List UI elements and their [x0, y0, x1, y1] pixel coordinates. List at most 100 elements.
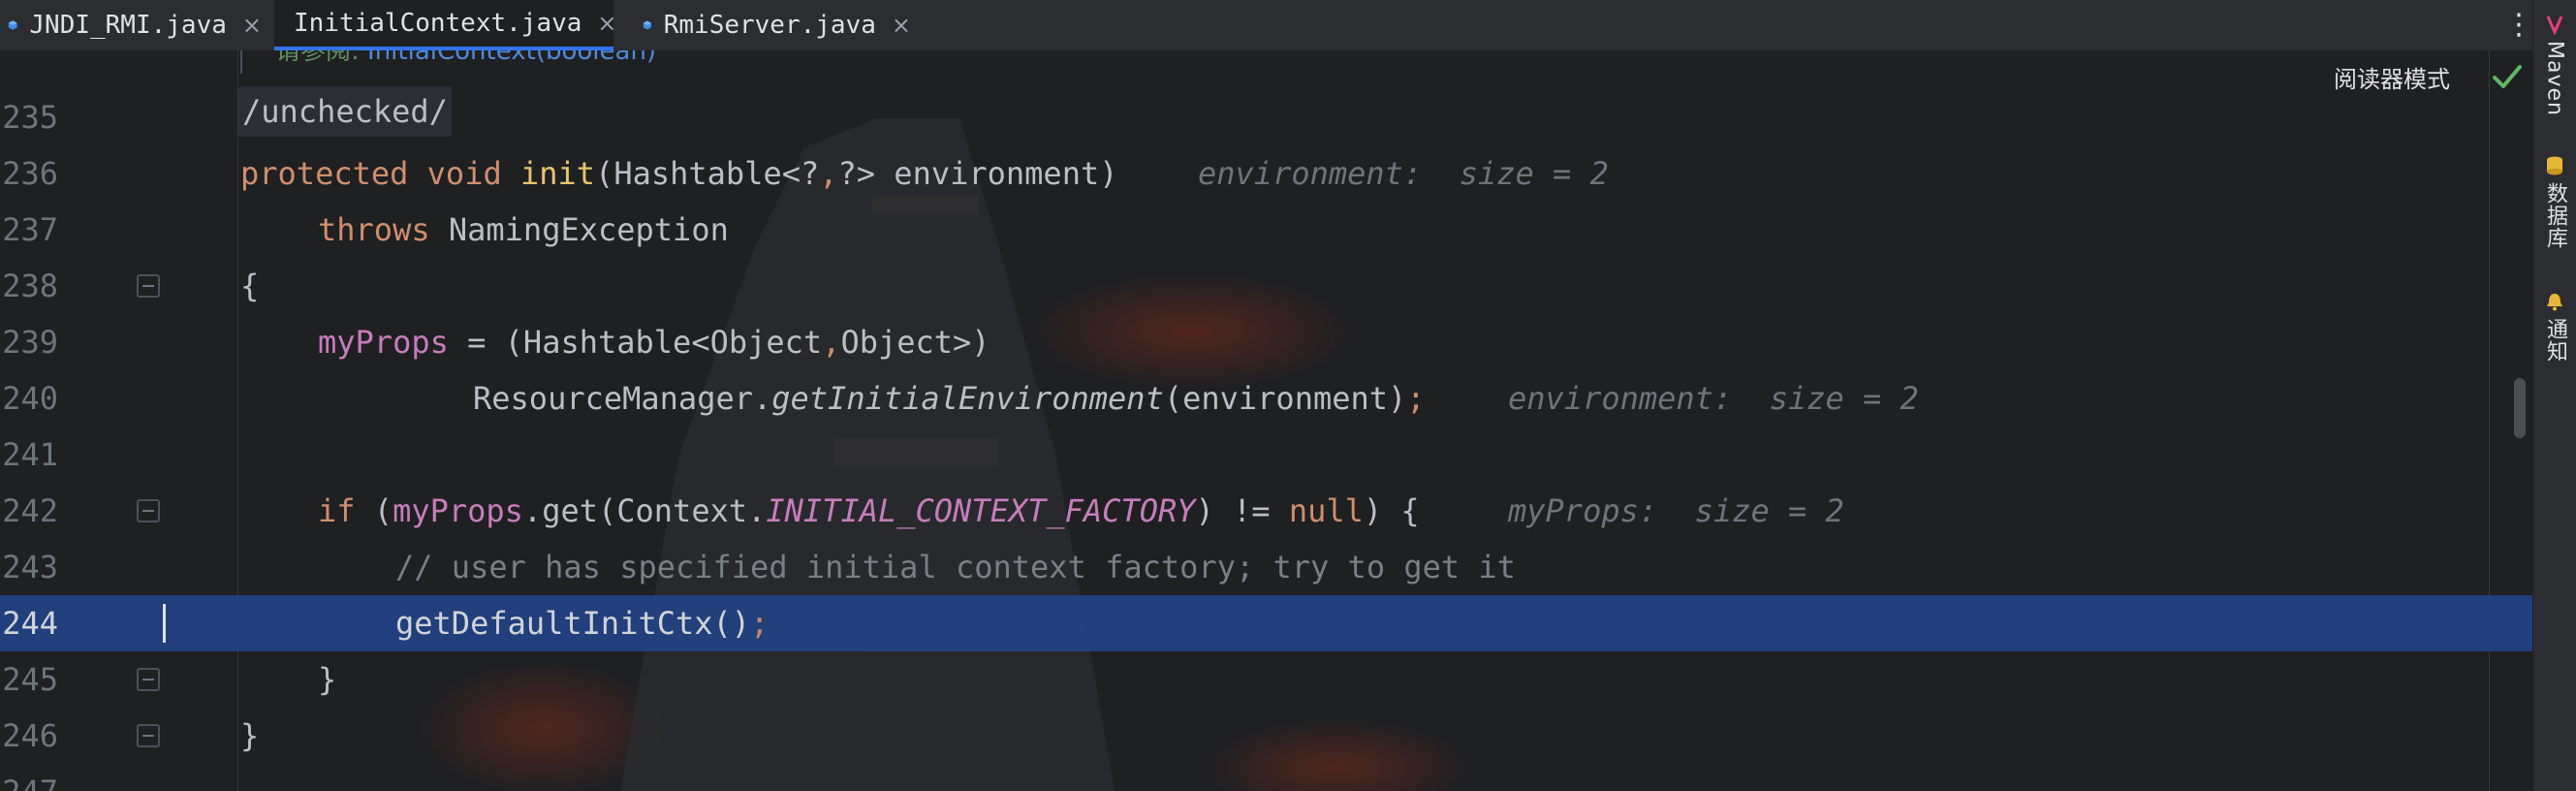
javadoc-fragment: 请参阅: InitialContext(boolean) [240, 50, 1496, 74]
line-number: 240 [2, 380, 58, 417]
fold-marker-icon[interactable] [137, 668, 160, 691]
tab-initial-context[interactable]: InitialContext.java × [274, 0, 617, 50]
code-fragment: NamingException [429, 211, 729, 248]
code-text: protected void init(Hashtable<?,?> envir… [240, 145, 1117, 202]
code-line: 239 myProps = (Hashtable<Object,Object>) [0, 314, 2533, 370]
editor-tab-bar: JNDI_RMI.java × InitialContext.java × Rm… [0, 0, 2576, 51]
constant-name: INITIAL_CONTEXT_FACTORY [766, 492, 1196, 529]
check-icon[interactable] [2491, 62, 2524, 91]
bell-icon [2547, 294, 2562, 311]
code-text: if (myProps.get(Context.INITIAL_CONTEXT_… [318, 483, 1420, 539]
inline-debug-hint: myProps: size = 2 [1508, 492, 1844, 529]
semicolon: ; [750, 605, 770, 642]
code-line: 247 [0, 764, 2533, 791]
line-number: 238 [2, 268, 58, 304]
field-name: myProps [318, 324, 449, 361]
keyword: throws [318, 211, 430, 248]
maven-icon [2546, 16, 2563, 35]
line-number: 243 [2, 549, 58, 585]
code-line: 242 if (myProps.get(Context.INITIAL_CONT… [0, 483, 2533, 539]
code-line: 240 ResourceManager.getInitialEnvironmen… [0, 370, 2533, 427]
inline-debug-hint: environment: size = 2 [1198, 155, 1609, 192]
code-text: getDefaultInitCtx(); [395, 595, 769, 651]
close-icon[interactable]: × [242, 12, 262, 39]
code-line: 243 // user has specified initial contex… [0, 539, 2533, 595]
line-number: 235 [2, 99, 58, 136]
fold-marker-icon[interactable] [137, 499, 160, 522]
close-icon[interactable]: × [597, 10, 616, 37]
vertical-scrollbar[interactable] [2514, 378, 2526, 438]
code-comment: // user has specified initial context fa… [395, 549, 1516, 585]
javadoc-prefix: 请参阅: [275, 50, 368, 66]
tab-label: InitialContext.java [294, 9, 582, 38]
line-number: 245 [2, 661, 58, 698]
tool-window-label: 通知 [2543, 318, 2567, 363]
annotation-tag[interactable]: /unchecked/ [238, 86, 452, 137]
line-number: 236 [2, 155, 58, 192]
tool-window-label: 数据库 [2543, 182, 2567, 249]
code-editor[interactable]: 请参阅: InitialContext(boolean) 235 /unchec… [0, 50, 2533, 791]
tab-label: JNDI_RMI.java [29, 11, 227, 40]
comma: , [819, 155, 838, 192]
tool-window-database[interactable]: 数据库 [2533, 155, 2576, 249]
code-line: 238 { [0, 258, 2533, 314]
code-line: 236 protected void init(Hashtable<?,?> e… [0, 145, 2533, 202]
code-line: 246 } [0, 708, 2533, 764]
code-fragment: ?> environment) [837, 155, 1118, 192]
java-class-icon [8, 20, 17, 30]
text-caret [163, 604, 166, 643]
code-text: ResourceManager.getInitialEnvironment(en… [473, 370, 1426, 427]
line-number: 244 [2, 605, 58, 642]
tool-window-maven[interactable]: Maven [2533, 14, 2576, 116]
tool-window-notifications[interactable]: 通知 [2533, 291, 2576, 363]
line-number: 237 [2, 211, 58, 248]
line-number: 239 [2, 324, 58, 361]
code-text: throws NamingException [318, 202, 729, 258]
line-number: 241 [2, 436, 58, 473]
keyword: protected [240, 155, 409, 192]
keyword: null [1288, 492, 1364, 529]
code-fragment: .get(Context. [522, 492, 767, 529]
code-fragment: (Hashtable<? [595, 155, 820, 192]
code-fragment: ) { [1363, 492, 1420, 529]
database-icon [2547, 156, 2562, 175]
code-text: myProps = (Hashtable<Object,Object>) [318, 314, 990, 370]
java-class-icon [643, 20, 651, 30]
line-number: 242 [2, 492, 58, 529]
line-number: 247 [0, 764, 58, 791]
code-fragment: (environment) [1163, 380, 1407, 417]
right-tool-window-bar: Maven 数据库 通知 [2532, 0, 2576, 791]
code-fragment: Object>) [840, 324, 990, 361]
reader-mode-toggle[interactable]: 阅读器模式 [2334, 60, 2450, 94]
javadoc-link[interactable]: InitialContext(boolean) [367, 50, 656, 66]
tab-rmi-server[interactable]: RmiServer.java × [635, 0, 911, 50]
keyword: void [426, 155, 502, 192]
code-text: } [318, 661, 337, 698]
fold-marker-icon[interactable] [137, 724, 160, 747]
keyword: if [318, 492, 356, 529]
code-line: 245 } [0, 651, 2533, 708]
method-name: getInitialEnvironment [771, 380, 1164, 417]
code-text: { [240, 268, 260, 304]
fold-marker-icon[interactable] [137, 274, 160, 298]
method-name: init [519, 155, 596, 192]
semicolon: ; [1406, 380, 1426, 417]
close-icon[interactable]: × [892, 12, 911, 39]
code-line: 237 throws NamingException [0, 202, 2533, 258]
field-name: myProps [393, 492, 523, 529]
code-text: } [240, 717, 260, 754]
code-fragment: = (Hashtable<Object [448, 324, 823, 361]
tab-jndi-rmi[interactable]: JNDI_RMI.java × [0, 0, 262, 50]
code-line: 241 [0, 427, 2533, 483]
line-number: 246 [2, 717, 58, 754]
tool-window-label: Maven [2542, 41, 2567, 116]
code-fragment: ResourceManager. [473, 380, 772, 417]
current-execution-line[interactable]: 244 getDefaultInitCtx(); [0, 595, 2533, 651]
code-fragment: ( [355, 492, 393, 529]
more-options-icon[interactable]: ⋮ [2504, 8, 2533, 43]
code-fragment: ) != [1195, 492, 1289, 529]
tab-label: RmiServer.java [663, 11, 876, 40]
inline-debug-hint: environment: size = 2 [1508, 380, 1919, 417]
